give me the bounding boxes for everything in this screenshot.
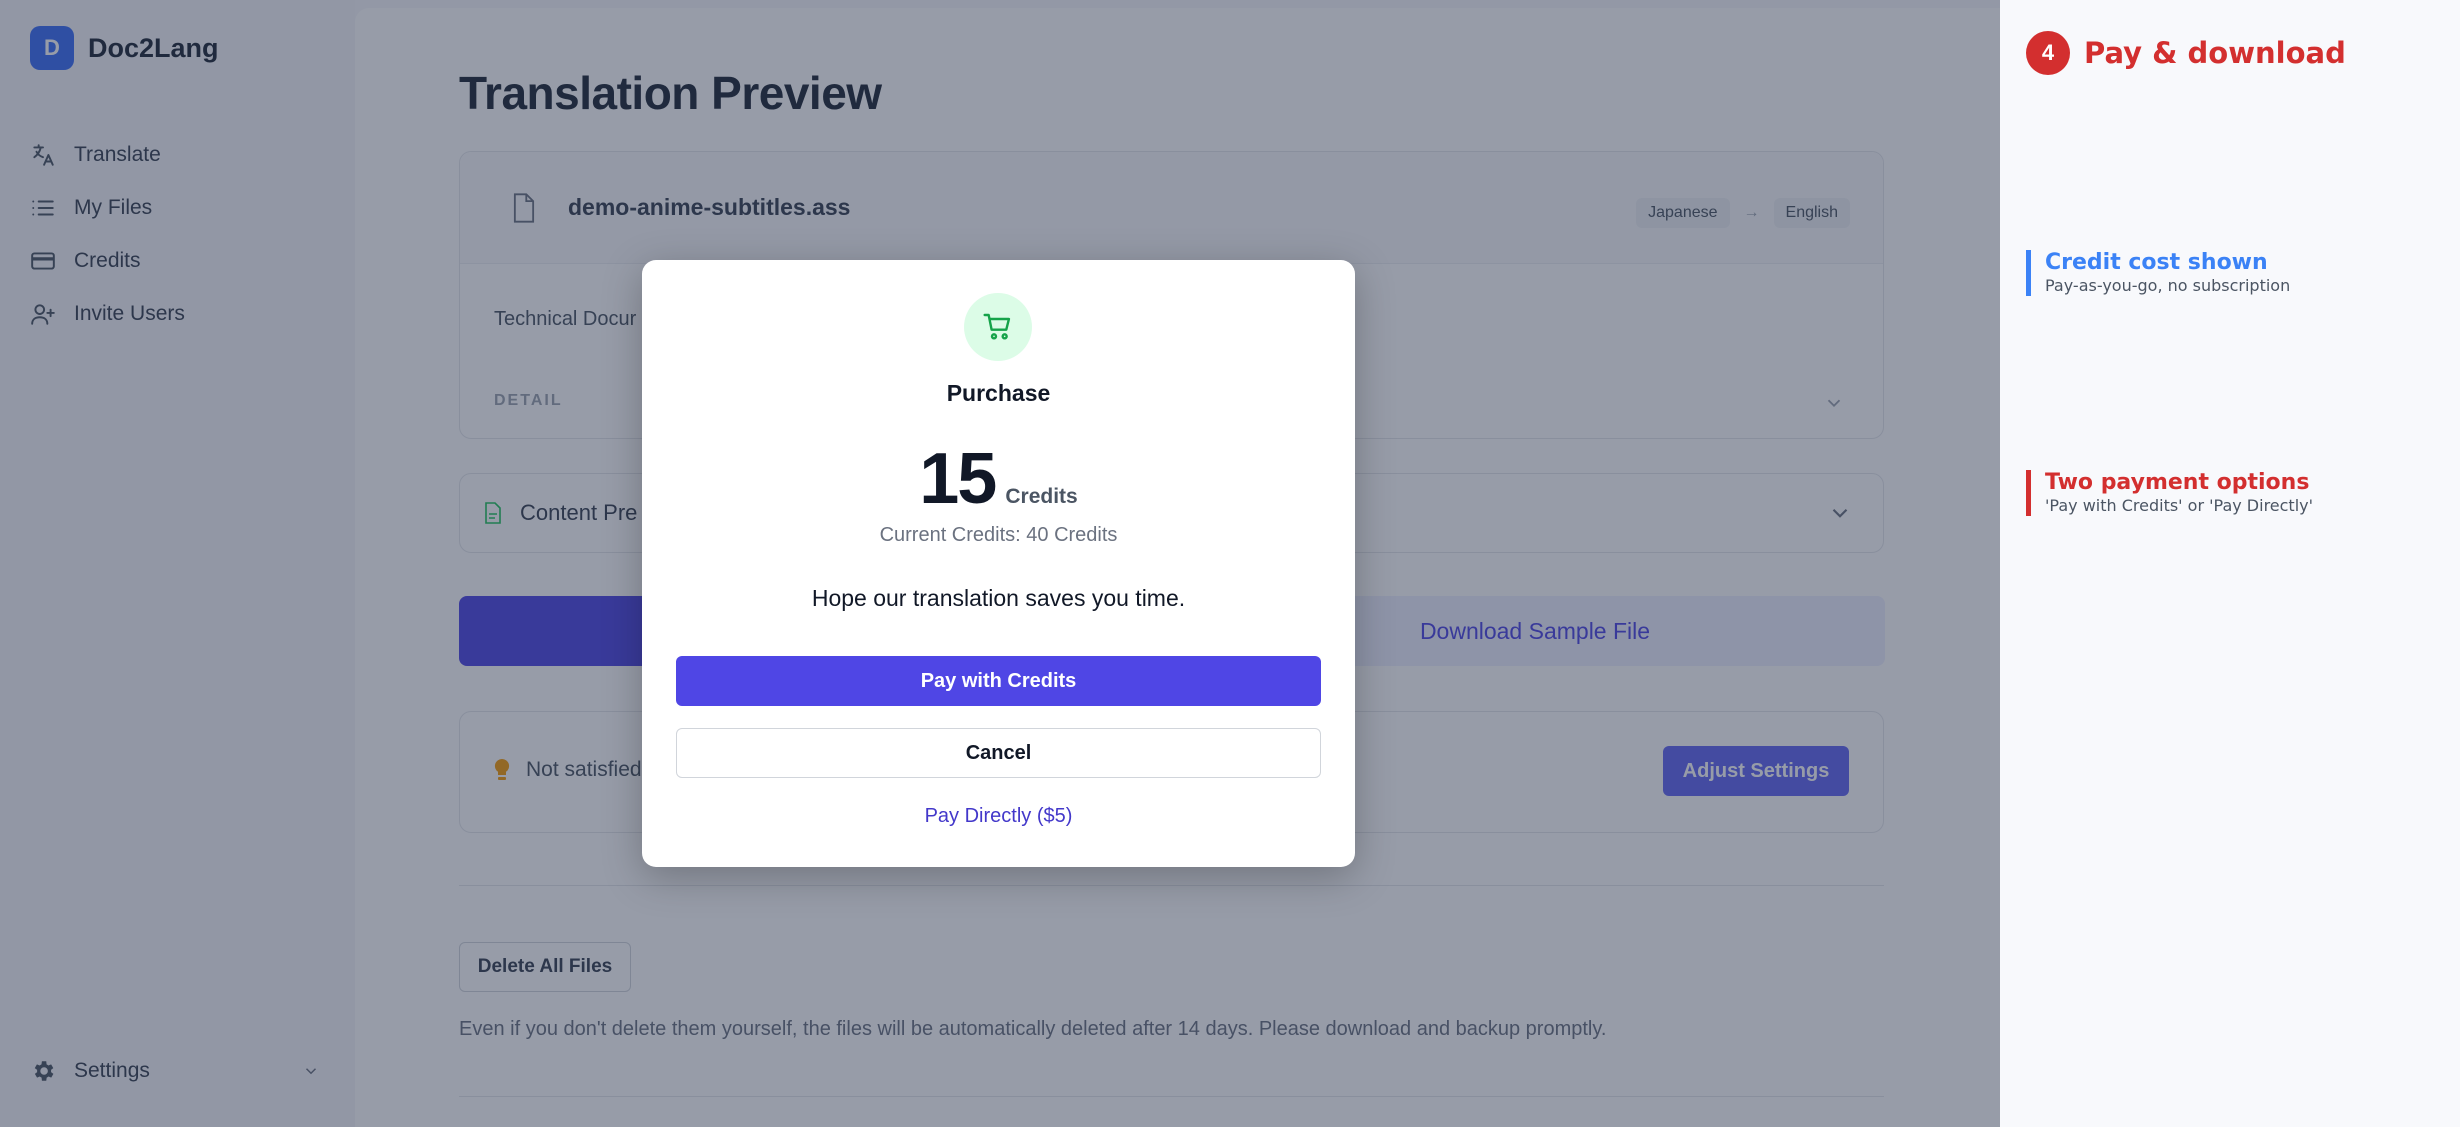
annotation-payment-options: Two payment options 'Pay with Credits' o…: [2026, 470, 2313, 516]
credit-cost: 15 Credits: [642, 438, 1355, 520]
pay-directly-link[interactable]: Pay Directly ($5): [642, 805, 1355, 828]
step-number-badge: 4: [2026, 31, 2070, 75]
annotation-title: Two payment options: [2045, 470, 2310, 495]
app-window: D Doc2Lang Translate My Files Credits In…: [0, 0, 2000, 1127]
credit-cost-value: 15: [919, 439, 997, 519]
annotation-subtitle: 'Pay with Credits' or 'Pay Directly': [2045, 496, 2314, 515]
current-credits: Current Credits: 40 Credits: [879, 524, 1118, 546]
annotation-subtitle: Pay-as-you-go, no subscription: [2045, 276, 2291, 295]
purchase-modal: Purchase 15 Credits Current Credits: 40 …: [642, 260, 1355, 867]
step-header: 4 Pay & download: [2026, 31, 2346, 75]
cart-icon-badge: [964, 293, 1032, 361]
modal-title: Purchase: [946, 380, 1051, 406]
credit-cost-unit: Credits: [1005, 485, 1078, 508]
modal-message: Hope our translation saves you time.: [811, 585, 1186, 611]
step-title: Pay & download: [2084, 36, 2346, 70]
shopping-cart-icon: [983, 313, 1011, 340]
cancel-button[interactable]: Cancel: [676, 728, 1321, 778]
pay-with-credits-button[interactable]: Pay with Credits: [676, 656, 1321, 706]
annotation-credit-cost: Credit cost shown Pay-as-you-go, no subs…: [2026, 250, 2290, 296]
annotation-panel: 4 Pay & download Credit cost shown Pay-a…: [2000, 0, 2460, 1127]
annotation-title: Credit cost shown: [2045, 250, 2268, 275]
